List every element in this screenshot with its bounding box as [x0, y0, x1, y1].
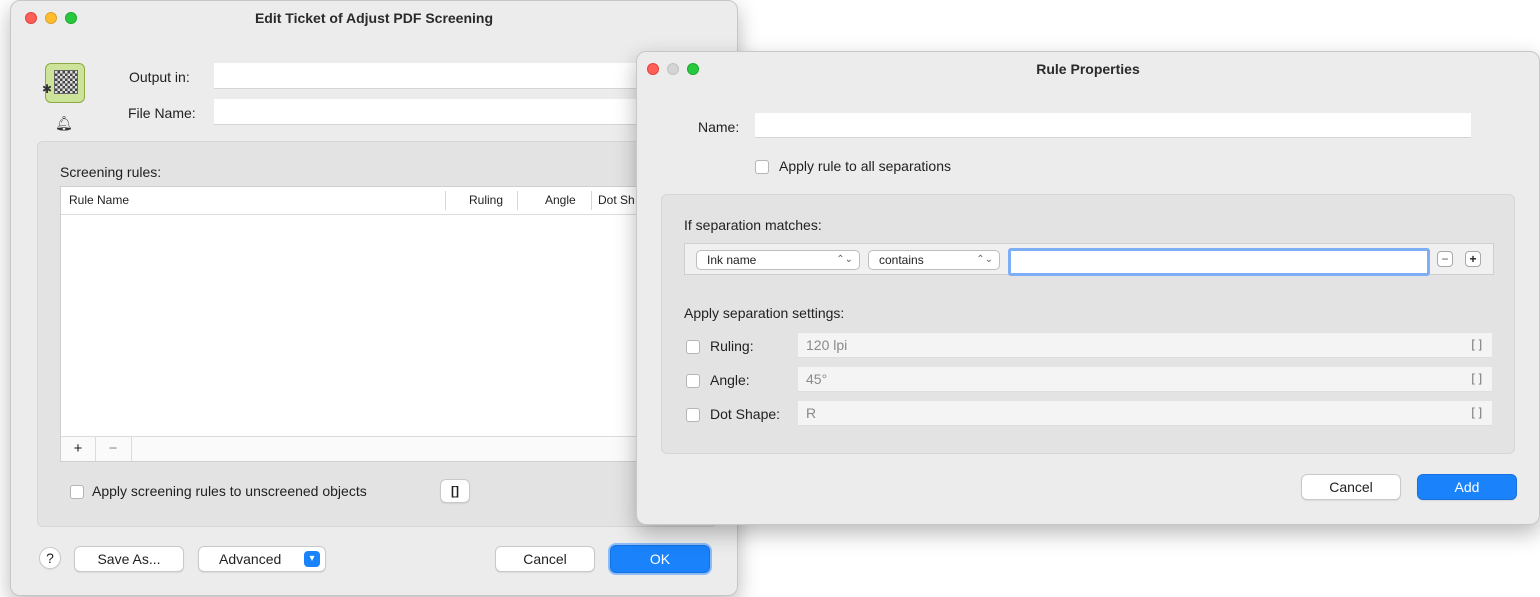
column-rule-name[interactable]: Rule Name	[69, 187, 129, 214]
if-matches-label: If separation matches:	[684, 217, 822, 233]
remove-condition-button[interactable]: −	[1437, 251, 1453, 267]
angle-field[interactable]: 45° []	[798, 367, 1492, 392]
add-condition-button[interactable]: +	[1465, 251, 1481, 267]
advanced-label: Advanced	[219, 551, 282, 567]
bell-icon[interactable]: 🔔︎	[55, 115, 73, 132]
rule-properties-window: Rule Properties Name: Apply rule to all …	[636, 51, 1540, 525]
chevron-updown-icon: ⌃⌄	[976, 254, 993, 265]
ruling-field[interactable]: 120 lpi []	[798, 333, 1492, 358]
file-name-field[interactable]	[214, 99, 654, 125]
angle-value: 45°	[806, 371, 828, 387]
match-value-input[interactable]	[1008, 248, 1430, 276]
apply-unscreened-checkbox[interactable]	[70, 485, 84, 499]
edit-ticket-window: Edit Ticket of Adjust PDF Screening ✱ 🔔︎…	[10, 0, 738, 596]
advanced-button[interactable]: Advanced ▾	[198, 546, 326, 572]
separation-rule-group: If separation matches: Ink name ⌃⌄ conta…	[661, 194, 1515, 454]
rule-properties-titlebar: Rule Properties	[637, 52, 1539, 86]
angle-checkbox[interactable]	[686, 374, 700, 388]
ruling-variable-icon[interactable]: []	[1470, 338, 1484, 352]
rules-table: Rule Name Ruling Angle Dot Sh + −	[60, 186, 680, 462]
name-field[interactable]	[755, 113, 1471, 138]
window-title: Edit Ticket of Adjust PDF Screening	[254, 10, 494, 26]
edit-ticket-titlebar: Edit Ticket of Adjust PDF Screening	[11, 1, 737, 35]
match-field-popup[interactable]: Ink name ⌃⌄	[696, 250, 860, 270]
name-label: Name:	[698, 119, 740, 135]
apply-all-separations-label: Apply rule to all separations	[779, 158, 951, 174]
match-row: Ink name ⌃⌄ contains ⌃⌄ − +	[684, 243, 1494, 276]
match-operator-popup[interactable]: contains ⌃⌄	[868, 250, 1000, 270]
apply-all-separations-checkbox[interactable]	[755, 160, 769, 174]
table-footer: + −	[61, 436, 679, 461]
checker-pattern	[54, 70, 78, 94]
column-divider	[517, 191, 518, 210]
column-dot-shape[interactable]: Dot Sh	[598, 187, 635, 214]
file-name-label: File Name:	[128, 105, 196, 121]
column-ruling[interactable]: Ruling	[469, 187, 503, 214]
ruling-label: Ruling:	[710, 338, 754, 354]
unscreened-variable-button[interactable]: []	[440, 479, 470, 503]
cancel-button[interactable]: Cancel	[495, 546, 595, 572]
screening-rules-label: Screening rules:	[60, 164, 162, 180]
match-operator-value: contains	[879, 253, 924, 267]
help-button[interactable]: ?	[39, 547, 61, 569]
column-angle[interactable]: Angle	[545, 187, 576, 214]
apply-settings-label: Apply separation settings:	[684, 305, 845, 321]
match-field-value: Ink name	[707, 253, 757, 267]
remove-rule-button[interactable]: −	[95, 437, 132, 461]
dot-shape-checkbox[interactable]	[686, 408, 700, 422]
apply-unscreened-label: Apply screening rules to unscreened obje…	[92, 483, 367, 499]
output-in-field[interactable]	[214, 63, 654, 89]
ruling-checkbox[interactable]	[686, 340, 700, 354]
window-title: Rule Properties	[1036, 61, 1140, 77]
angle-variable-icon[interactable]: []	[1470, 372, 1484, 386]
dot-shape-field[interactable]: R []	[798, 401, 1492, 426]
rule-cancel-button[interactable]: Cancel	[1301, 474, 1401, 500]
ruling-value: 120 lpi	[806, 337, 848, 353]
angle-label: Angle:	[710, 372, 750, 388]
column-divider	[445, 191, 446, 210]
column-divider	[591, 191, 592, 210]
dot-shape-variable-icon[interactable]: []	[1470, 406, 1484, 420]
screening-app-icon: ✱	[42, 63, 85, 103]
rule-add-button[interactable]: Add	[1417, 474, 1517, 500]
save-as-button[interactable]: Save As...	[74, 546, 184, 572]
chevron-down-icon: ▾	[304, 551, 320, 567]
screening-rules-group: Screening rules: Rule Name Ruling Angle …	[37, 141, 717, 527]
ok-button[interactable]: OK	[610, 545, 710, 573]
output-in-label: Output in:	[129, 69, 190, 85]
gear-icon: ✱	[42, 82, 53, 96]
dot-shape-label: Dot Shape:	[710, 406, 781, 422]
add-rule-button[interactable]: +	[61, 437, 96, 461]
table-header: Rule Name Ruling Angle Dot Sh	[61, 187, 679, 215]
dot-shape-value: R	[806, 405, 817, 421]
chevron-updown-icon: ⌃⌄	[836, 254, 853, 265]
